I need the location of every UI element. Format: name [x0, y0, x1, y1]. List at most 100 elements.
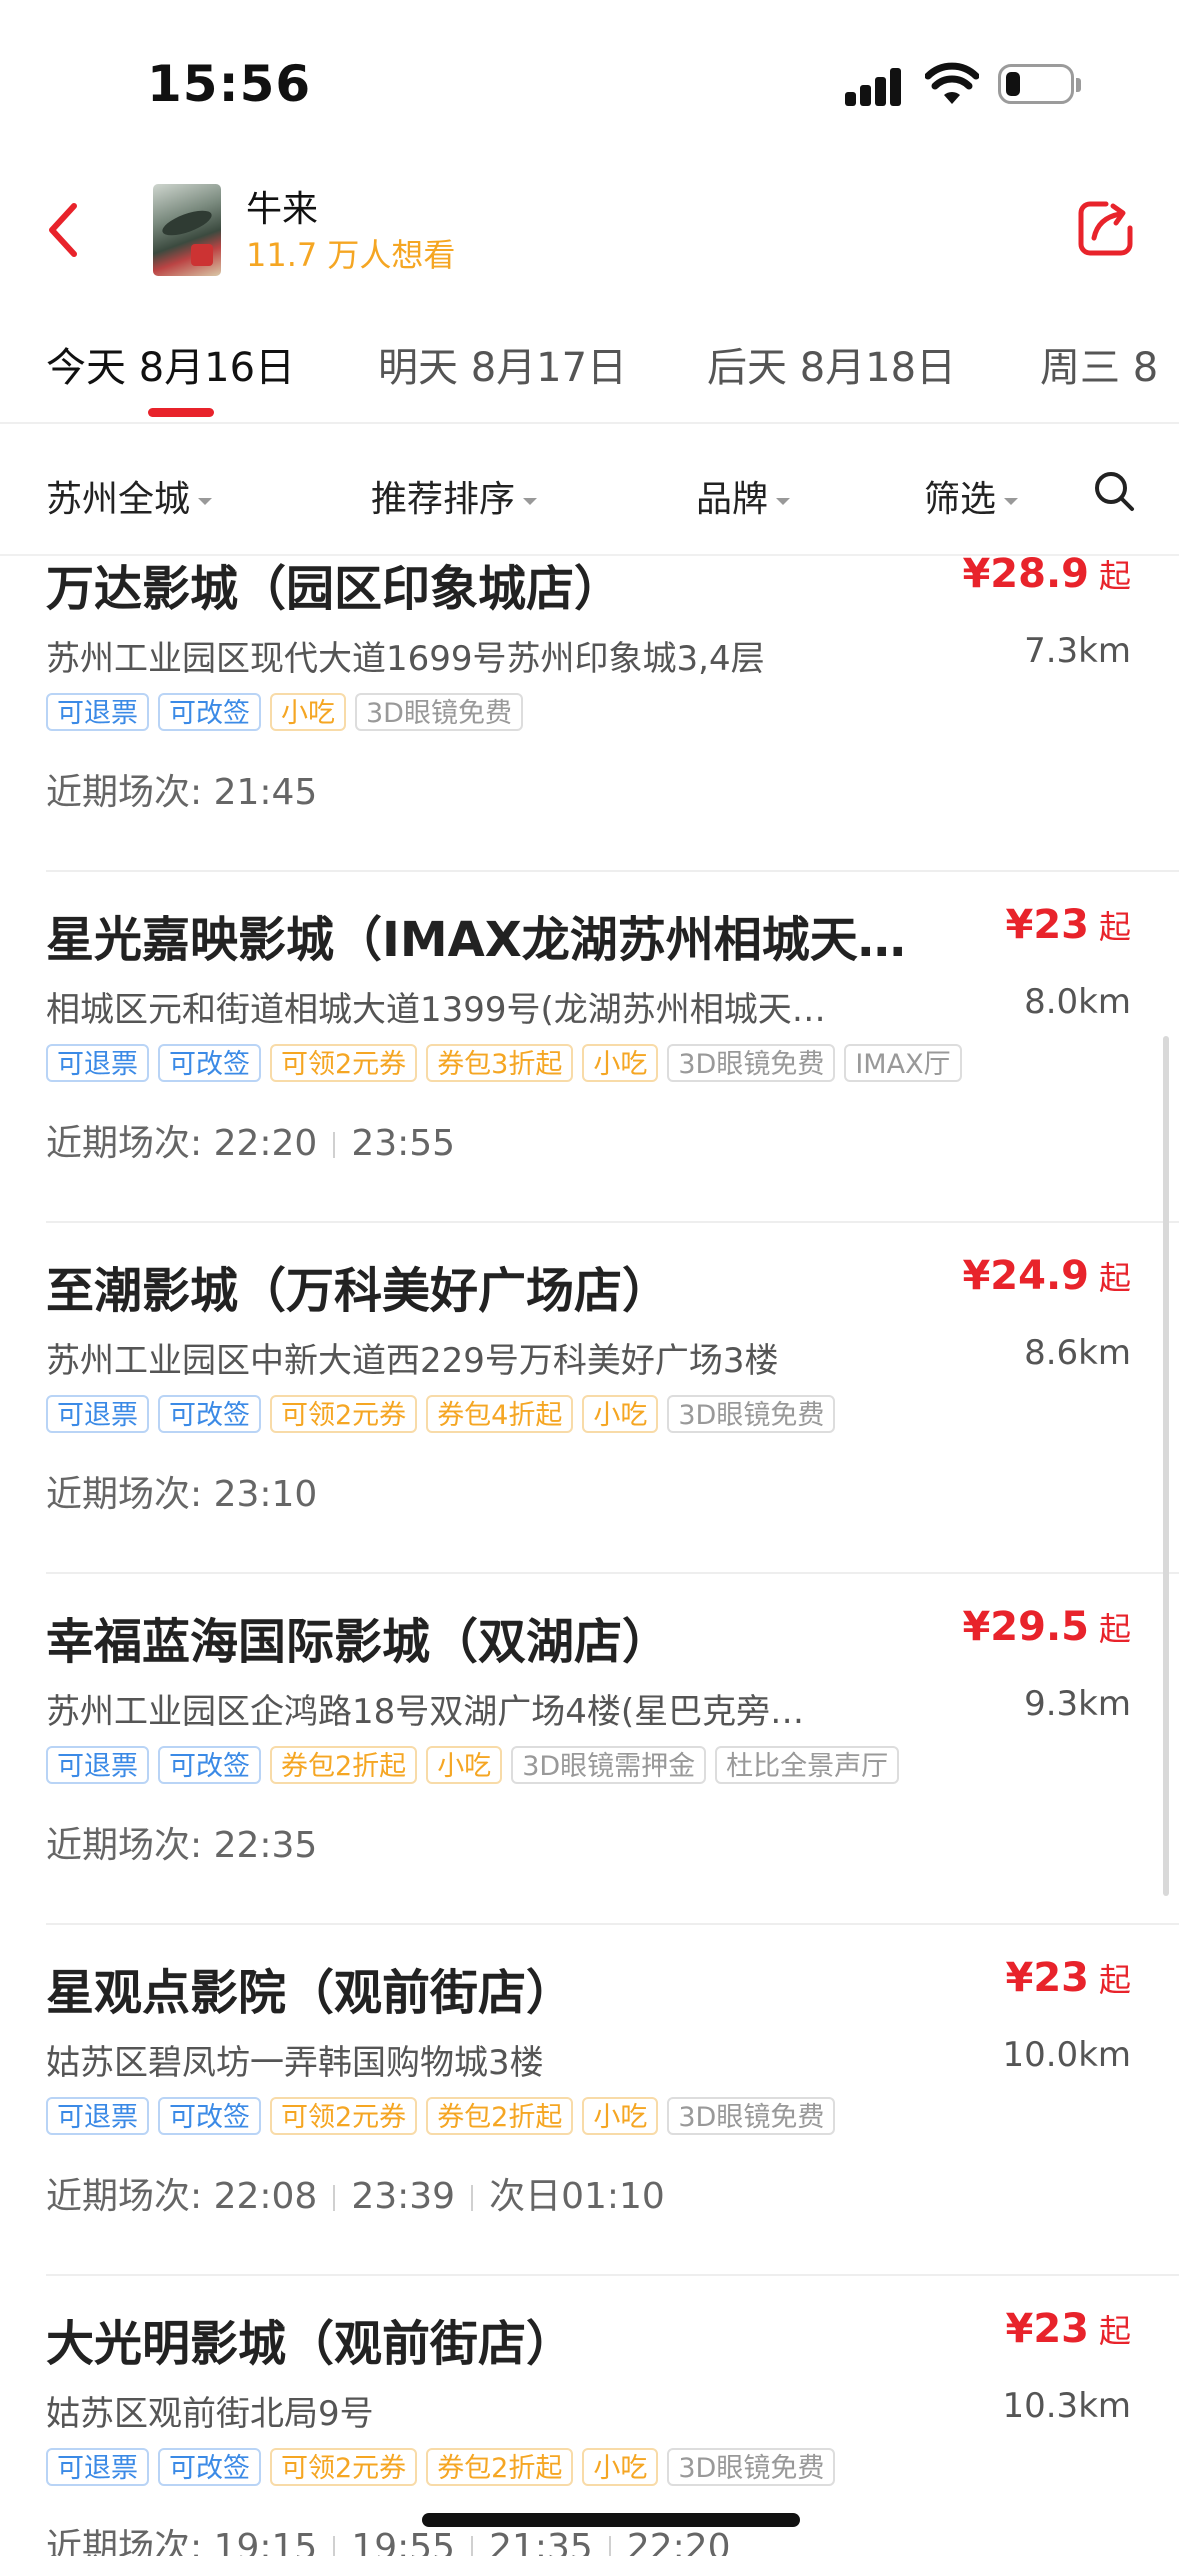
cinema-price: ¥23 起 [1005, 1955, 1131, 2001]
cinema-sessions: 近期场次: 22:08 23:39 次日01:10 [46, 2167, 665, 2219]
cinema-price: ¥24.9 起 [962, 1253, 1131, 1299]
search-icon[interactable] [1093, 470, 1135, 512]
scrollbar[interactable] [1163, 1036, 1169, 1896]
cinema-tag: 可改签 [158, 1746, 261, 1784]
session-time: 22:20 [626, 2527, 731, 2556]
cinema-tag: 小吃 [582, 2448, 659, 2486]
price-suffix: 起 [1098, 1961, 1131, 1999]
cinema-name: 星光嘉映影城（IMAX龙湖苏州相城天… [46, 912, 906, 968]
filter-bar: 苏州全城 推荐排序 品牌 筛选 [0, 424, 1179, 554]
price-value: ¥28.9 [962, 556, 1089, 597]
cinema-tag: 杜比全景声厅 [715, 1746, 900, 1784]
cinema-distance: 10.3km [1002, 2386, 1131, 2426]
cinema-tags: 可退票 可改签 可领2元券 券包2折起 小吃 3D眼镜免费 [46, 2097, 844, 2135]
filter-city[interactable]: 苏州全城 [46, 470, 213, 522]
tab-date-wednesday[interactable]: 周三 8 [1040, 335, 1158, 393]
sessions-label: 近期场次: [46, 2176, 214, 2217]
cinema-card[interactable]: 万达影城（园区印象城店） ¥28.9 起苏州工业园区现代大道1699号苏州印象城3,… [0, 556, 1179, 872]
session-time: 19:55 [351, 2527, 456, 2556]
filter-city-label: 苏州全城 [46, 479, 191, 520]
filter-brand[interactable]: 品牌 [696, 470, 791, 522]
cinema-tag: IMAX厅 [844, 1044, 962, 1082]
session-time: 23:39 [351, 2176, 456, 2217]
cinema-tag: 券包2折起 [270, 1746, 418, 1784]
cinema-tag: 3D眼镜免费 [667, 1395, 836, 1433]
share-icon[interactable] [1076, 198, 1136, 258]
cinema-tag: 3D眼镜免费 [667, 2097, 836, 2135]
price-suffix: 起 [1098, 557, 1131, 595]
price-suffix: 起 [1098, 2312, 1131, 2350]
cinema-tag: 可退票 [46, 693, 149, 731]
sessions-label: 近期场次: [46, 2527, 214, 2556]
cinema-tag: 可领2元券 [270, 2448, 418, 2486]
cinema-tag: 3D眼镜免费 [667, 2448, 836, 2486]
cinema-tag: 券包2折起 [426, 2097, 574, 2135]
cinema-tags: 可退票 可改签 券包2折起 小吃 3D眼镜需押金 杜比全景声厅 [46, 1746, 908, 1784]
cinema-tags: 可退票 可改签 小吃 3D眼镜免费 [46, 693, 532, 731]
cinema-tag: 3D眼镜需押金 [511, 1746, 707, 1784]
session-separator [333, 2185, 336, 2211]
cinema-tags: 可退票 可改签 可领2元券 券包3折起 小吃 3D眼镜免费 IMAX厅 [46, 1044, 971, 1082]
session-separator [471, 2185, 474, 2211]
price-value: ¥29.5 [962, 1604, 1089, 1650]
want-count: 11.7 万人想看 [246, 236, 456, 274]
cinema-address: 相城区元和街道相城大道1399号(龙湖苏州相城天… [46, 990, 826, 1030]
filter-sort[interactable]: 推荐排序 [371, 470, 538, 522]
cinema-tag: 券包3折起 [426, 1044, 574, 1082]
movie-poster [153, 184, 221, 276]
cinema-card[interactable]: 星观点影院（观前街店） ¥23 起姑苏区碧凤坊一弄韩国购物城3楼 10.0km 可退票可… [0, 1925, 1179, 2276]
home-indicator [422, 2513, 800, 2527]
caret-down-icon [1004, 497, 1019, 505]
caret-down-icon [776, 497, 791, 505]
cinema-tag: 可退票 [46, 1044, 149, 1082]
session-separator [333, 1132, 336, 1158]
sessions-label: 近期场次: [46, 1474, 214, 1515]
cinema-tag: 小吃 [270, 693, 346, 731]
cinema-name: 至潮影城（万科美好广场店） [46, 1263, 671, 1319]
cinema-address: 姑苏区碧凤坊一弄韩国购物城3楼 [46, 2043, 544, 2083]
session-time: 23:10 [213, 1474, 318, 1515]
cinema-address: 苏州工业园区现代大道1699号苏州印象城3,4层 [46, 639, 765, 679]
cinema-tag: 可改签 [158, 1395, 261, 1433]
cinema-distance: 7.3km [1024, 631, 1131, 671]
date-tabs: 今天 8月16日 明天 8月17日 后天 8月18日 周三 8 [0, 300, 1179, 420]
sessions-label: 近期场次: [46, 1825, 214, 1866]
cinema-distance: 9.3km [1024, 1684, 1131, 1724]
cinema-card[interactable]: 幸福蓝海国际影城（双湖店） ¥29.5 起苏州工业园区企鸿路18号双湖广场4楼(星巴… [0, 1574, 1179, 1925]
session-time: 21:35 [489, 2527, 593, 2556]
cinema-tag: 可领2元券 [270, 1044, 418, 1082]
cinema-name: 星观点影院（观前街店） [46, 1965, 575, 2021]
session-separator [608, 2536, 611, 2556]
cinema-distance: 8.6km [1024, 1333, 1131, 1373]
cinema-address: 苏州工业园区企鸿路18号双湖广场4楼(星巴克旁… [46, 1692, 805, 1732]
tab-date-day-after[interactable]: 后天 8月18日 [707, 335, 956, 393]
cinema-card[interactable]: 至潮影城（万科美好广场店） ¥24.9 起苏州工业园区中新大道西229号万科美好广场… [0, 1223, 1179, 1574]
session-time: 次日01:10 [489, 2176, 665, 2217]
cinema-tag: 小吃 [582, 2097, 659, 2135]
cinema-sessions: 近期场次: 21:45 [46, 763, 317, 815]
cinema-price: ¥23 起 [1005, 2306, 1131, 2352]
cinema-sessions: 近期场次: 22:20 23:55 [46, 1114, 455, 1166]
cinema-address: 姑苏区观前街北局9号 [46, 2394, 374, 2434]
cinema-tag: 小吃 [582, 1044, 659, 1082]
cinema-name: 幸福蓝海国际影城（双湖店） [46, 1614, 671, 1670]
price-suffix: 起 [1098, 1259, 1131, 1297]
price-value: ¥23 [1005, 1955, 1089, 2001]
back-arrow-icon[interactable] [44, 200, 84, 260]
status-bar: 15:56 [0, 0, 1179, 170]
cinema-tag: 可改签 [158, 2097, 261, 2135]
tab-date-tomorrow[interactable]: 明天 8月17日 [378, 335, 627, 393]
filter-more[interactable]: 筛选 [924, 470, 1019, 522]
cinema-price: ¥28.9 起 [962, 556, 1131, 597]
cinema-distance: 8.0km [1024, 982, 1131, 1022]
status-time: 15:56 [147, 55, 312, 113]
caret-down-icon [198, 497, 213, 505]
cinema-sessions: 近期场次: 22:35 [46, 1816, 317, 1868]
cinema-card[interactable]: 星光嘉映影城（IMAX龙湖苏州相城天… ¥23 起相城区元和街道相城大道1399号(… [0, 872, 1179, 1223]
session-time: 22:08 [213, 2176, 318, 2217]
sessions-label: 近期场次: [46, 1123, 214, 1164]
filter-brand-label: 品牌 [696, 479, 769, 520]
tab-date-today[interactable]: 今天 8月16日 [46, 335, 295, 393]
cinema-tag: 可改签 [158, 693, 261, 731]
cinema-tag: 小吃 [426, 1746, 503, 1784]
